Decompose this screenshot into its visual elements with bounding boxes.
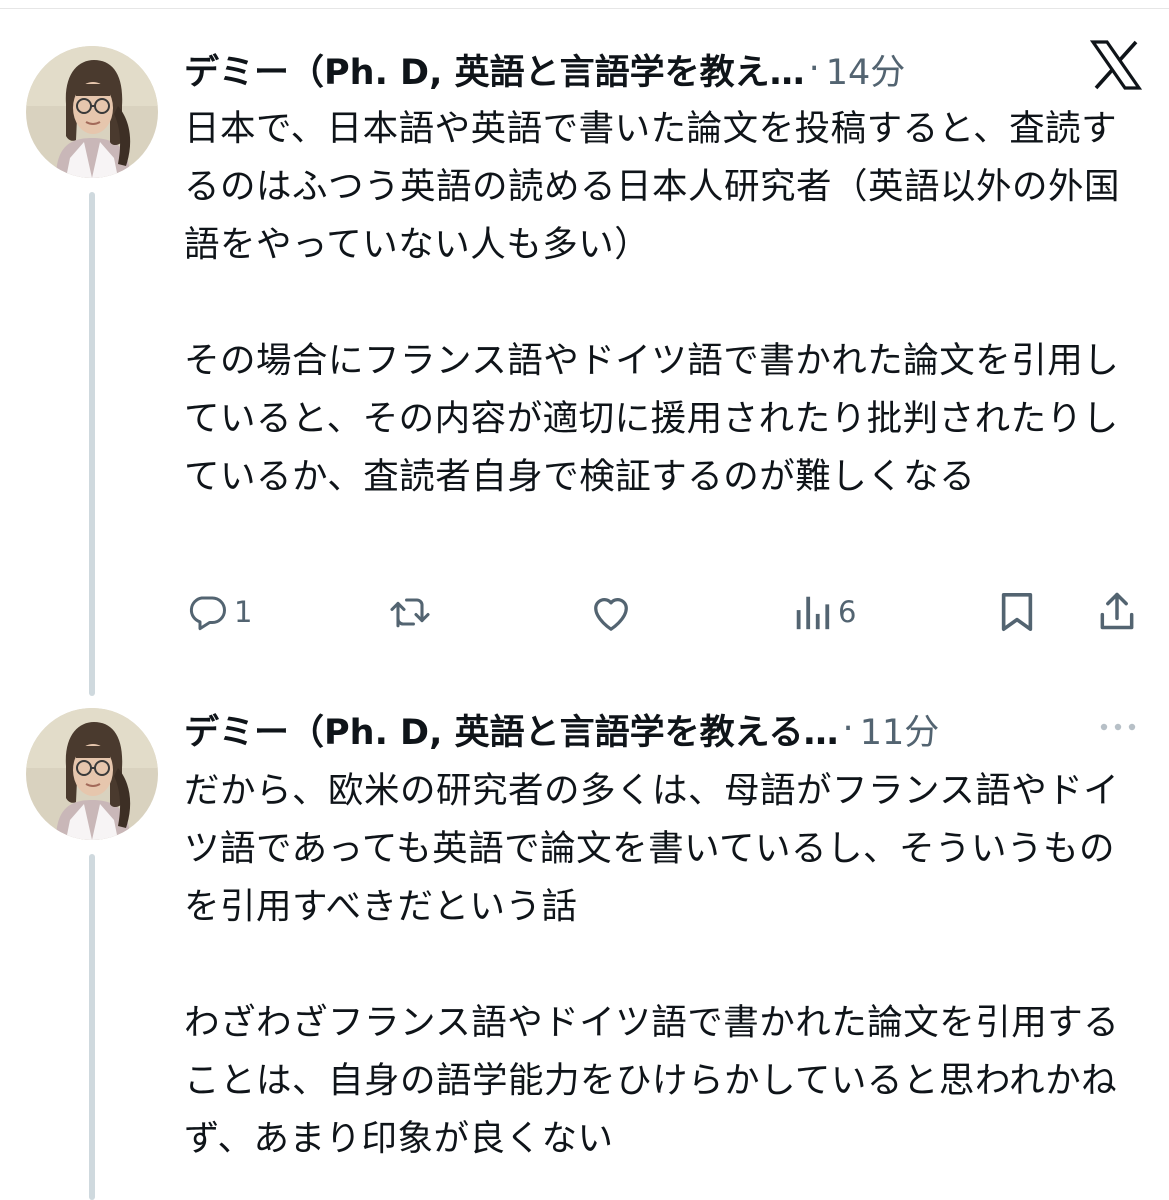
separator-dot: ·	[808, 49, 820, 89]
more-button[interactable]	[1095, 712, 1141, 742]
share-icon	[1096, 589, 1138, 633]
tweet-text: 日本で、日本語や英語で書いた論文を投稿すると、査読するのはふつう英語の読める日本…	[184, 108, 1121, 497]
avatar[interactable]	[26, 46, 158, 178]
tweet-text: だから、欧米の研究者の多くは、母語がフランス語やドイツ語であっても英語で論文を書…	[184, 770, 1120, 1159]
views-count: 6	[838, 595, 857, 629]
reply-button[interactable]: 1	[186, 591, 252, 633]
like-button[interactable]	[588, 591, 634, 633]
share-button[interactable]	[1096, 589, 1138, 633]
bookmark-button[interactable]	[998, 591, 1036, 633]
avatar[interactable]	[26, 708, 158, 840]
repost-icon	[386, 591, 434, 633]
heart-icon	[588, 591, 634, 633]
repost-button[interactable]	[386, 591, 434, 633]
timestamp[interactable]: 14分	[826, 44, 906, 95]
views-icon	[792, 591, 832, 633]
top-divider	[0, 8, 1169, 9]
reply-icon	[186, 591, 228, 633]
thread-line	[89, 854, 95, 1200]
author-name[interactable]: デミー（Ph. D, 英語と言語学を教え…	[184, 44, 805, 95]
timestamp[interactable]: 11分	[860, 704, 940, 755]
reply-count: 1	[234, 595, 253, 629]
tweet-header: デミー（Ph. D, 英語と言語学を教える… · 11分	[184, 704, 939, 754]
bookmark-icon	[998, 591, 1036, 633]
action-bar: 1 6	[0, 585, 1169, 641]
tweet-header: デミー（Ph. D, 英語と言語学を教え… · 14分	[184, 44, 905, 94]
author-name[interactable]: デミー（Ph. D, 英語と言語学を教える…	[184, 704, 839, 755]
separator-dot: ·	[842, 709, 854, 749]
more-icon	[1095, 723, 1141, 746]
x-logo-icon[interactable]	[1089, 40, 1143, 90]
views-button[interactable]: 6	[792, 591, 856, 633]
